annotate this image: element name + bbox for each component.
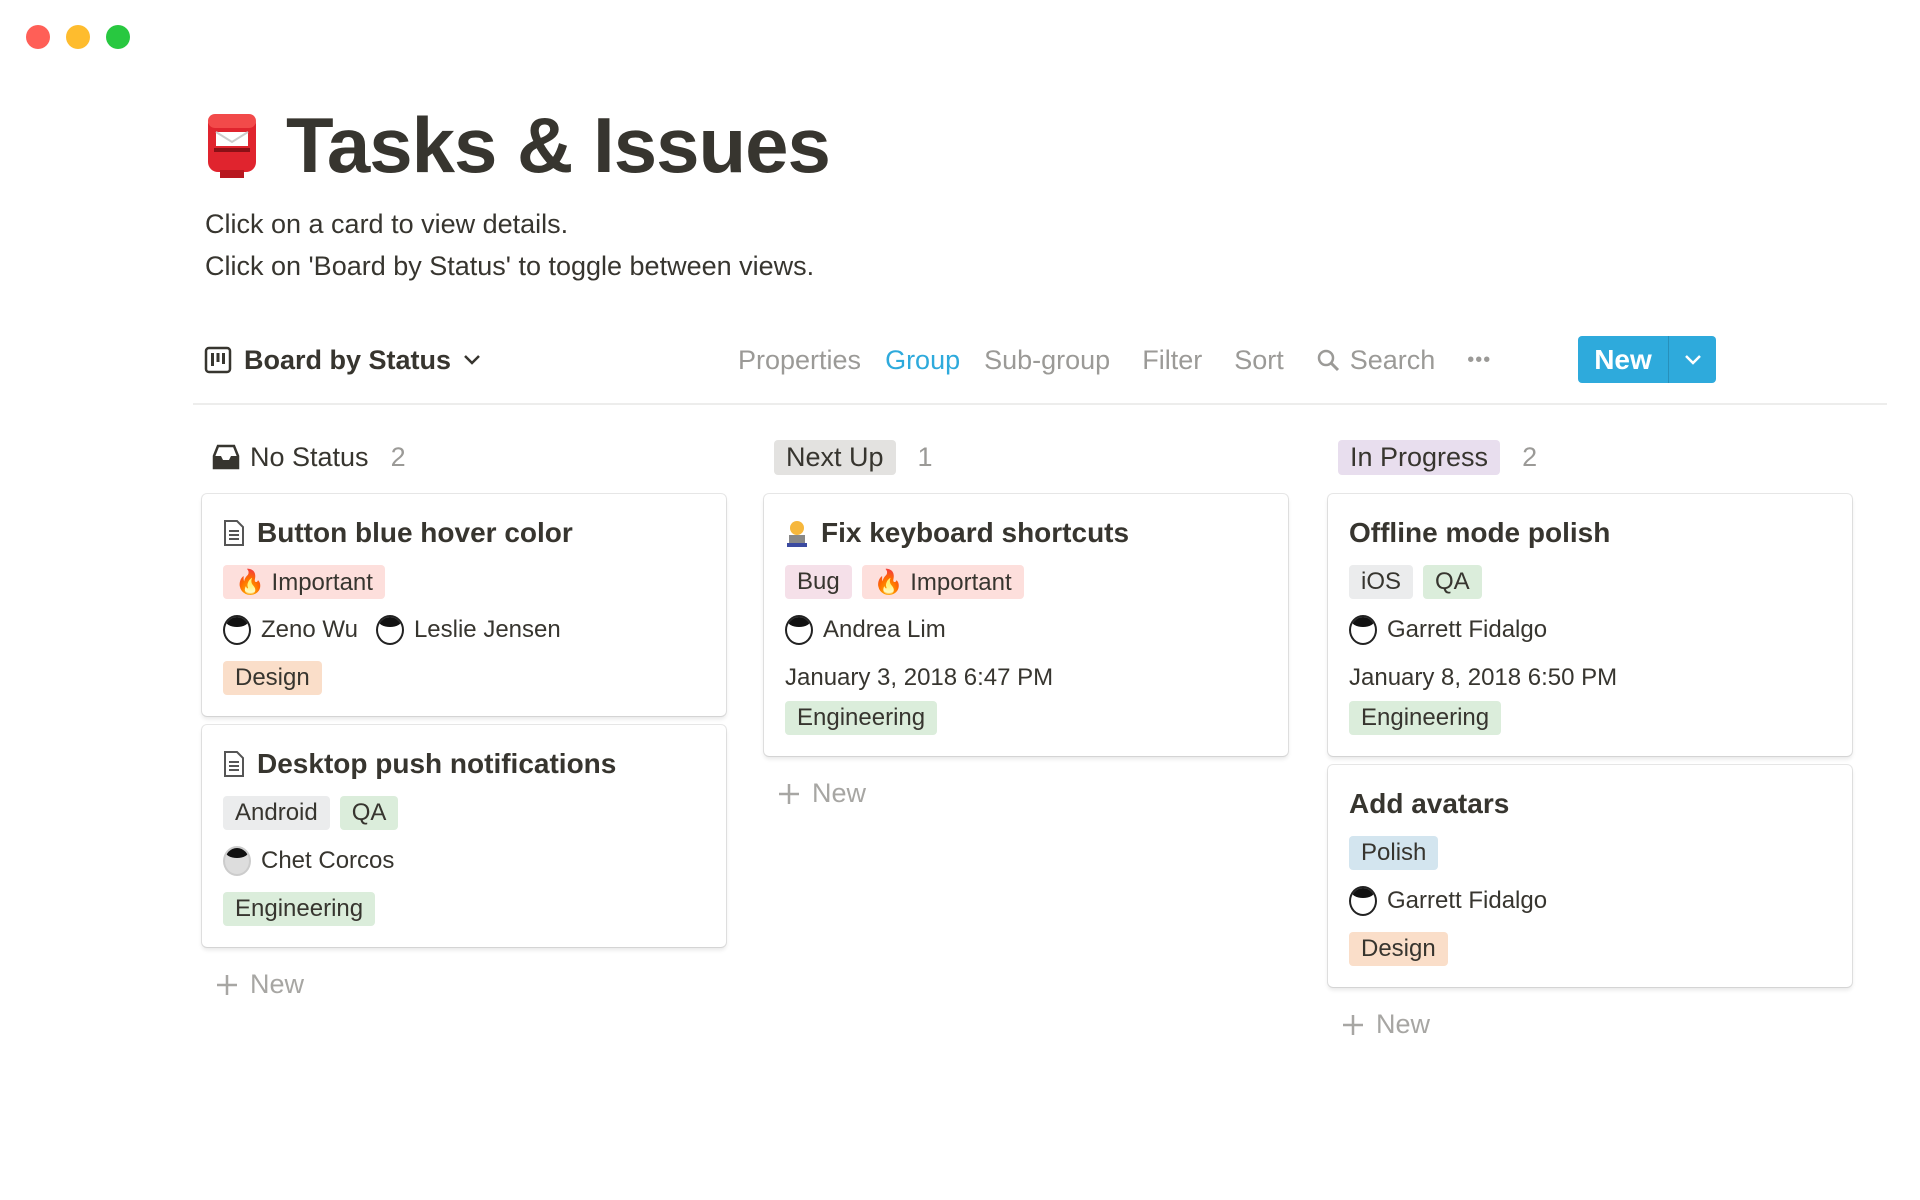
properties-button[interactable]: Properties — [738, 345, 861, 376]
new-button-group: New — [1578, 336, 1716, 383]
tag: 🔥 Important — [223, 565, 385, 599]
new-button[interactable]: New — [1578, 336, 1669, 383]
task-card[interactable]: Desktop push notifications Android QA Chet … — [202, 725, 726, 947]
avatar — [1349, 615, 1377, 645]
plus-icon — [1343, 1014, 1363, 1035]
plus-icon — [779, 783, 799, 804]
add-card-label: New — [812, 778, 867, 808]
column-name: In Progress — [1338, 439, 1501, 475]
new-dropdown-button[interactable] — [1669, 336, 1716, 383]
assignee-name: Chet Corcos — [261, 847, 395, 874]
card-date: January 8, 2018 6:50 PM — [1349, 664, 1618, 691]
column-count: 2 — [390, 441, 406, 472]
divider — [193, 403, 1887, 405]
tag: Bug — [785, 565, 852, 599]
board-column: Next Up 1 Fix keyboard shortcuts Bug 🔥 Impor… — [764, 436, 1288, 809]
assignee: Leslie Jensen — [375, 615, 561, 645]
team-tag: Engineering — [223, 892, 376, 926]
tag: Polish — [1349, 836, 1439, 870]
page-icon — [224, 751, 244, 777]
chevron-down-icon — [464, 355, 480, 365]
search-label: Search — [1349, 344, 1436, 375]
task-card[interactable]: Button blue hover color 🔥 Important Zeno W… — [202, 494, 726, 716]
column-count: 1 — [917, 441, 933, 472]
assignee-name: Garrett Fidalgo — [1387, 616, 1548, 643]
team-tag: Design — [1349, 932, 1448, 966]
add-card-label: New — [250, 969, 305, 999]
filter-button[interactable]: Filter — [1142, 345, 1202, 376]
card-title: Offline mode polish — [1349, 517, 1611, 548]
assignee: Garrett Fidalgo — [1349, 615, 1547, 645]
team-tag: Engineering — [785, 701, 938, 735]
tag: QA — [339, 796, 399, 830]
description-line: Click on 'Board by Status' to toggle bet… — [205, 251, 815, 281]
card-title: Button blue hover color — [257, 517, 573, 548]
plus-icon — [217, 974, 237, 995]
avatar — [223, 846, 251, 876]
board-column: In Progress 2 Offline mode polish iOS QA Garr… — [1328, 436, 1852, 1040]
inbox-icon — [212, 444, 240, 470]
column-count: 2 — [1522, 441, 1538, 472]
subgroup-button[interactable]: Sub-group — [984, 345, 1110, 376]
card-title: Fix keyboard shortcuts — [821, 517, 1130, 548]
column-header[interactable]: In Progress 2 — [1328, 436, 1852, 478]
assignee-name: Andrea Lim — [823, 616, 946, 643]
close-window-button[interactable] — [26, 25, 50, 49]
task-card[interactable]: Fix keyboard shortcuts Bug 🔥 Important Andr… — [764, 494, 1288, 756]
card-date: January 3, 2018 6:47 PM — [785, 664, 1054, 691]
search-button[interactable]: Search — [1316, 344, 1436, 376]
page-header: Tasks & Issues — [204, 100, 831, 191]
board-icon — [204, 346, 232, 374]
avatar — [1349, 886, 1377, 916]
avatar — [785, 615, 813, 645]
sort-button[interactable]: Sort — [1234, 345, 1284, 376]
search-icon — [1317, 349, 1339, 372]
avatar — [375, 615, 404, 645]
board-column: No Status 2 Button blue hover color 🔥 Impor… — [202, 436, 726, 1000]
assignee-name: Garrett Fidalgo — [1387, 887, 1548, 914]
assignee-name: Zeno Wu — [261, 616, 358, 643]
column-header[interactable]: No Status 2 — [202, 436, 726, 478]
avatar — [223, 615, 251, 645]
group-button[interactable]: Group — [885, 345, 960, 376]
assignee: Zeno Wu — [223, 615, 358, 645]
maximize-window-button[interactable] — [106, 25, 130, 49]
card-title: Add avatars — [1349, 788, 1510, 819]
add-card-button[interactable]: New — [764, 778, 1288, 809]
task-card[interactable]: Add avatars Polish Garrett Fidalgo Design — [1328, 765, 1852, 987]
task-card[interactable]: Offline mode polish iOS QA Garrett Fidalgo J… — [1328, 494, 1852, 756]
column-name: Next Up — [774, 439, 896, 475]
tag: iOS — [1349, 565, 1414, 599]
assignee-name: Leslie Jensen — [413, 616, 561, 643]
add-card-button[interactable]: New — [1328, 1009, 1852, 1040]
add-card-label: New — [1376, 1009, 1431, 1039]
assignee: Andrea Lim — [785, 615, 946, 645]
more-options-button[interactable]: ••• — [1467, 349, 1491, 372]
card-title: Desktop push notifications — [257, 748, 617, 779]
view-name: Board by Status — [244, 344, 452, 375]
add-card-button[interactable]: New — [202, 969, 726, 1000]
team-tag: Design — [223, 661, 322, 695]
postbox-icon[interactable] — [204, 112, 260, 180]
tag: 🔥 Important — [861, 565, 1024, 599]
team-tag: Engineering — [1349, 701, 1502, 735]
assignee: Garrett Fidalgo — [1349, 886, 1547, 916]
minimize-window-button[interactable] — [66, 25, 90, 49]
view-selector[interactable]: Board by Status — [204, 345, 481, 376]
tag: QA — [1423, 565, 1482, 599]
view-toolbar: Board by Status Properties Group Sub-gro… — [204, 336, 1716, 384]
page-title: Tasks & Issues — [286, 101, 831, 189]
description-line: Click on a card to view details. — [205, 209, 569, 239]
page-icon — [224, 520, 244, 546]
column-header[interactable]: Next Up 1 — [764, 436, 1288, 478]
column-name: No Status — [250, 441, 369, 472]
assignee: Chet Corcos — [223, 846, 394, 876]
tag: Android — [223, 796, 330, 830]
technologist-icon — [787, 521, 807, 547]
chevron-down-icon — [1684, 354, 1701, 365]
